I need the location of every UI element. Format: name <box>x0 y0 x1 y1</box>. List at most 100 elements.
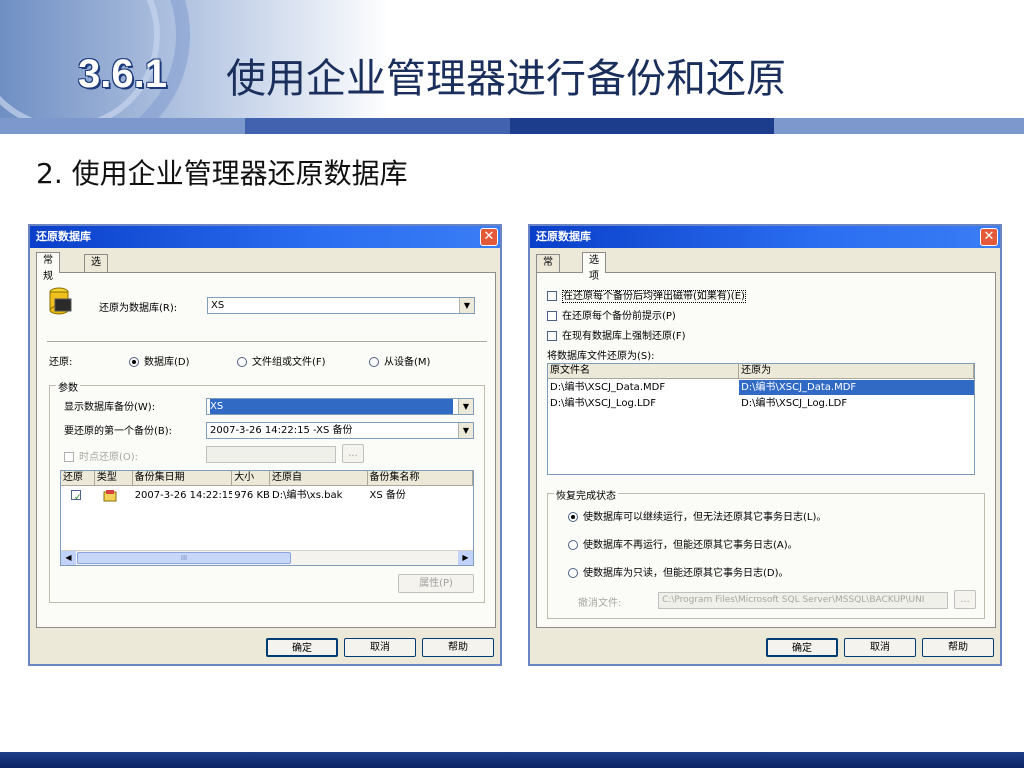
col-type[interactable]: 类型 <box>95 471 133 485</box>
horizontal-scrollbar[interactable]: ◀ III ▶ <box>61 550 473 565</box>
cell-restore-as[interactable]: D:\编书\XSCJ_Data.MDF <box>739 380 974 395</box>
option-prompt-before[interactable]: 在还原每个备份前提示(P) <box>547 307 676 322</box>
col-from[interactable]: 还原自 <box>270 471 368 485</box>
title-banner: 3.6.1 使用企业管理器进行备份和还原 <box>0 0 1024 118</box>
tab-panel: 还原为数据库(R): XS ▼ 还原: 数据库(D) 文件组或文件(F) 从设备… <box>36 272 496 628</box>
ok-button[interactable]: 确定 <box>266 638 338 657</box>
cell-size: 976 KB <box>234 490 270 501</box>
table-row[interactable]: ✓ 2007-3-26 14:22:15 976 KB D:\编书\xs.bak… <box>61 488 473 503</box>
backup-sets-table: 还原 类型 备份集日期 大小 还原自 备份集名称 ✓ 2007-3-26 14:… <box>60 470 474 566</box>
show-backup-dropdown[interactable]: XS ▼ <box>206 398 474 415</box>
undo-file-browse-button[interactable]: ... <box>954 590 976 609</box>
checkbox-icon[interactable]: ✓ <box>71 490 81 500</box>
cell-from: D:\编书\xs.bak <box>272 490 343 501</box>
dialog-title: 还原数据库 <box>536 230 591 243</box>
table-header: 还原 类型 备份集日期 大小 还原自 备份集名称 <box>61 471 473 486</box>
slide-subtitle: 2. 使用企业管理器还原数据库 <box>36 157 408 190</box>
scroll-thumb[interactable]: III <box>77 552 291 564</box>
radio-device[interactable]: 从设备(M) <box>369 353 430 368</box>
table-header: 原文件名 还原为 <box>548 364 974 379</box>
restore-files-label: 将数据库文件还原为(S): <box>547 351 655 362</box>
show-backup-label: 显示数据库备份(W): <box>64 402 156 413</box>
radio-icon <box>237 357 247 367</box>
color-bars <box>0 118 1024 134</box>
tab-panel: 在还原每个备份后均弹出磁带(如果有)(E) 在还原每个备份前提示(P) 在现有数… <box>536 272 996 628</box>
help-button[interactable]: 帮助 <box>422 638 494 657</box>
checkbox-icon <box>547 311 557 321</box>
bar-segment <box>245 118 510 134</box>
ok-button[interactable]: 确定 <box>766 638 838 657</box>
col-name[interactable]: 备份集名称 <box>368 471 473 485</box>
bar-segment <box>774 118 1024 134</box>
radio-icon <box>568 568 578 578</box>
cell-name: XS 备份 <box>369 490 406 501</box>
scroll-right-icon[interactable]: ▶ <box>458 551 473 565</box>
footer-bar <box>0 752 1024 768</box>
col-size[interactable]: 大小 <box>232 471 271 485</box>
cell-date: 2007-3-26 14:22:15 <box>134 490 233 501</box>
first-backup-dropdown[interactable]: 2007-3-26 14:22:15 -XS 备份 ▼ <box>206 422 474 439</box>
col-original-file[interactable]: 原文件名 <box>548 364 740 378</box>
radio-icon <box>369 357 379 367</box>
option-force-restore[interactable]: 在现有数据库上强制还原(F) <box>547 327 686 342</box>
section-number: 3.6.1 <box>78 52 167 96</box>
scroll-left-icon[interactable]: ◀ <box>61 551 76 565</box>
tab-options[interactable]: 选项 <box>582 252 606 282</box>
params-group: 参数 显示数据库备份(W): XS ▼ 要还原的第一个备份(B): 2007-3… <box>49 379 485 603</box>
bar-segment <box>0 118 245 134</box>
col-restore-as[interactable]: 还原为 <box>739 364 974 378</box>
table-row[interactable]: D:\编书\XSCJ_Log.LDF D:\编书\XSCJ_Log.LDF <box>548 396 974 411</box>
bar-segment <box>510 118 774 134</box>
radio-recovery[interactable]: 使数据库可以继续运行，但无法还原其它事务日志(L)。 <box>568 508 826 523</box>
properties-button[interactable]: 属性(P) <box>398 574 474 593</box>
tab-options[interactable]: 选项 <box>84 254 108 284</box>
params-group-title: 参数 <box>56 379 80 394</box>
recovery-group: 恢复完成状态 使数据库可以继续运行，但无法还原其它事务日志(L)。 使数据库不再… <box>547 487 985 619</box>
recovery-group-title: 恢复完成状态 <box>554 487 618 502</box>
radio-database[interactable]: 数据库(D) <box>129 353 190 368</box>
radio-icon <box>129 357 139 367</box>
first-backup-label: 要还原的第一个备份(B): <box>64 426 173 437</box>
option-eject-tapes[interactable]: 在还原每个备份后均弹出磁带(如果有)(E) <box>547 287 746 303</box>
dialog-title: 还原数据库 <box>36 230 91 243</box>
checkbox-icon <box>64 452 74 462</box>
chevron-down-icon: ▼ <box>458 423 473 438</box>
file-mapping-table: 原文件名 还原为 D:\编书\XSCJ_Data.MDF D:\编书\XSCJ_… <box>547 363 975 475</box>
table-row[interactable]: D:\编书\XSCJ_Data.MDF D:\编书\XSCJ_Data.MDF <box>548 380 974 395</box>
radio-norecovery[interactable]: 使数据库不再运行，但能还原其它事务日志(A)。 <box>568 536 798 551</box>
radio-standby[interactable]: 使数据库为只读，但能还原其它事务日志(D)。 <box>568 564 789 579</box>
dialog-titlebar: 还原数据库 ✕ <box>530 226 1000 248</box>
point-in-time-browse-button[interactable]: ... <box>342 444 364 463</box>
cell-original: D:\编书\XSCJ_Log.LDF <box>550 398 657 409</box>
cell-restore-as[interactable]: D:\编书\XSCJ_Log.LDF <box>739 396 974 411</box>
help-button[interactable]: 帮助 <box>922 638 994 657</box>
undo-file-field: C:\Program Files\Microsoft SQL Server\MS… <box>658 592 948 609</box>
cancel-button[interactable]: 取消 <box>344 638 416 657</box>
restore-as-label: 还原为数据库(R): <box>99 303 178 314</box>
checkbox-icon <box>547 291 557 301</box>
radio-icon <box>568 540 578 550</box>
radio-filegroup[interactable]: 文件组或文件(F) <box>237 353 326 368</box>
cancel-button[interactable]: 取消 <box>844 638 916 657</box>
close-icon[interactable]: ✕ <box>980 228 998 246</box>
cell-original: D:\编书\XSCJ_Data.MDF <box>550 382 666 393</box>
restore-as-dropdown[interactable]: XS ▼ <box>207 297 475 314</box>
tab-general[interactable]: 常规 <box>36 252 60 282</box>
checkbox-icon <box>547 331 557 341</box>
divider <box>47 341 487 343</box>
undo-file-label: 撤消文件: <box>578 598 622 609</box>
point-in-time-checkbox[interactable]: 时点还原(O): <box>64 448 138 463</box>
radio-icon <box>568 512 578 522</box>
database-icon <box>49 287 73 315</box>
point-in-time-field <box>206 446 336 463</box>
close-icon[interactable]: ✕ <box>480 228 498 246</box>
tab-general[interactable]: 常规 <box>536 254 560 284</box>
backup-icon <box>95 488 133 503</box>
dialog-titlebar: 还原数据库 ✕ <box>30 226 500 248</box>
restore-dialog-options: 还原数据库 ✕ 常规 选项 在还原每个备份后均弹出磁带(如果有)(E) 在还原每… <box>528 224 1002 666</box>
chevron-down-icon: ▼ <box>459 298 474 313</box>
col-date[interactable]: 备份集日期 <box>133 471 233 485</box>
col-restore[interactable]: 还原 <box>61 471 95 485</box>
section-title: 使用企业管理器进行备份和还原 <box>226 56 786 102</box>
restore-label: 还原: <box>49 357 73 368</box>
